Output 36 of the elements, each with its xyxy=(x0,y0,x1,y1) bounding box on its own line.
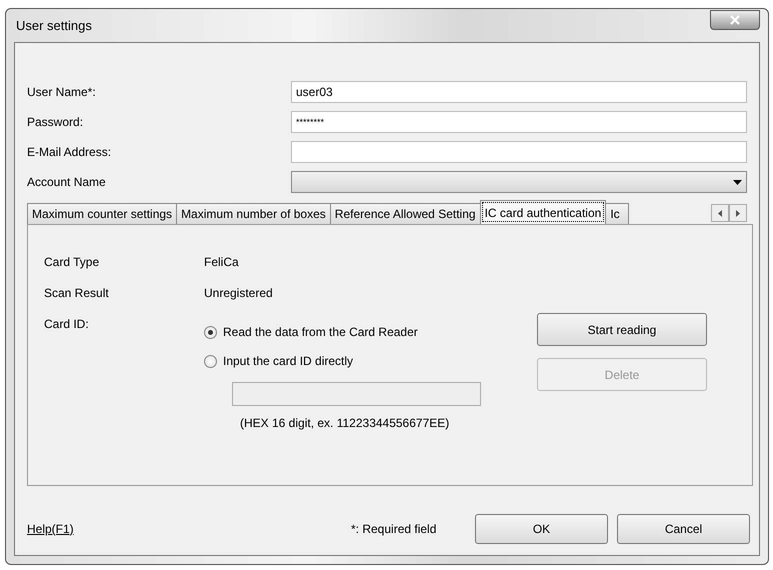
input-field[interactable]: user03 xyxy=(291,81,747,103)
tab[interactable]: Ic xyxy=(605,203,630,224)
close-button[interactable] xyxy=(710,10,760,30)
scroll-left-button[interactable] xyxy=(711,204,729,222)
radio-label[interactable]: Input the card ID directly xyxy=(223,354,354,368)
hint-text: (HEX 16 digit, ex. 11223344556677EE) xyxy=(240,416,450,430)
help-link[interactable]: Help(F1) xyxy=(27,522,351,536)
info-label: Scan Result xyxy=(44,286,110,302)
tab[interactable]: Maximum number of boxes xyxy=(176,203,331,224)
tab[interactable]: Maximum counter settings xyxy=(27,203,178,224)
action-button[interactable]: Start reading xyxy=(537,313,707,346)
dropdown-arrow-icon xyxy=(733,180,742,184)
dialog-button[interactable]: Cancel xyxy=(617,514,750,544)
info-label: Card Type xyxy=(44,255,100,271)
info-value: Unregistered xyxy=(204,286,273,302)
radio-label[interactable]: Read the data from the Card Reader xyxy=(223,325,418,339)
input-field[interactable] xyxy=(291,141,747,163)
required-note: *: Required field xyxy=(351,522,438,536)
radio-button[interactable] xyxy=(204,354,217,368)
left-arrow-icon xyxy=(718,210,722,216)
field-label: E-Mail Address: xyxy=(27,145,112,159)
window-title: User settings xyxy=(16,18,92,33)
right-arrow-icon xyxy=(736,210,740,216)
field-label: Account Name xyxy=(27,175,107,189)
card-id-label: Card ID: xyxy=(44,317,90,333)
field-label: Password: xyxy=(27,115,84,129)
dialog-button[interactable]: OK xyxy=(475,514,608,544)
tab[interactable]: IC card authentication xyxy=(480,200,606,224)
password-field[interactable]: ******** xyxy=(291,111,747,133)
account-dropdown[interactable] xyxy=(291,171,747,193)
scroll-right-button[interactable] xyxy=(729,204,747,222)
close-icon xyxy=(729,14,741,24)
field-label: User Name*: xyxy=(27,85,97,99)
radio-button[interactable] xyxy=(204,326,217,338)
tab[interactable]: Reference Allowed Setting xyxy=(330,203,481,224)
info-value: FeliCa xyxy=(204,255,239,271)
